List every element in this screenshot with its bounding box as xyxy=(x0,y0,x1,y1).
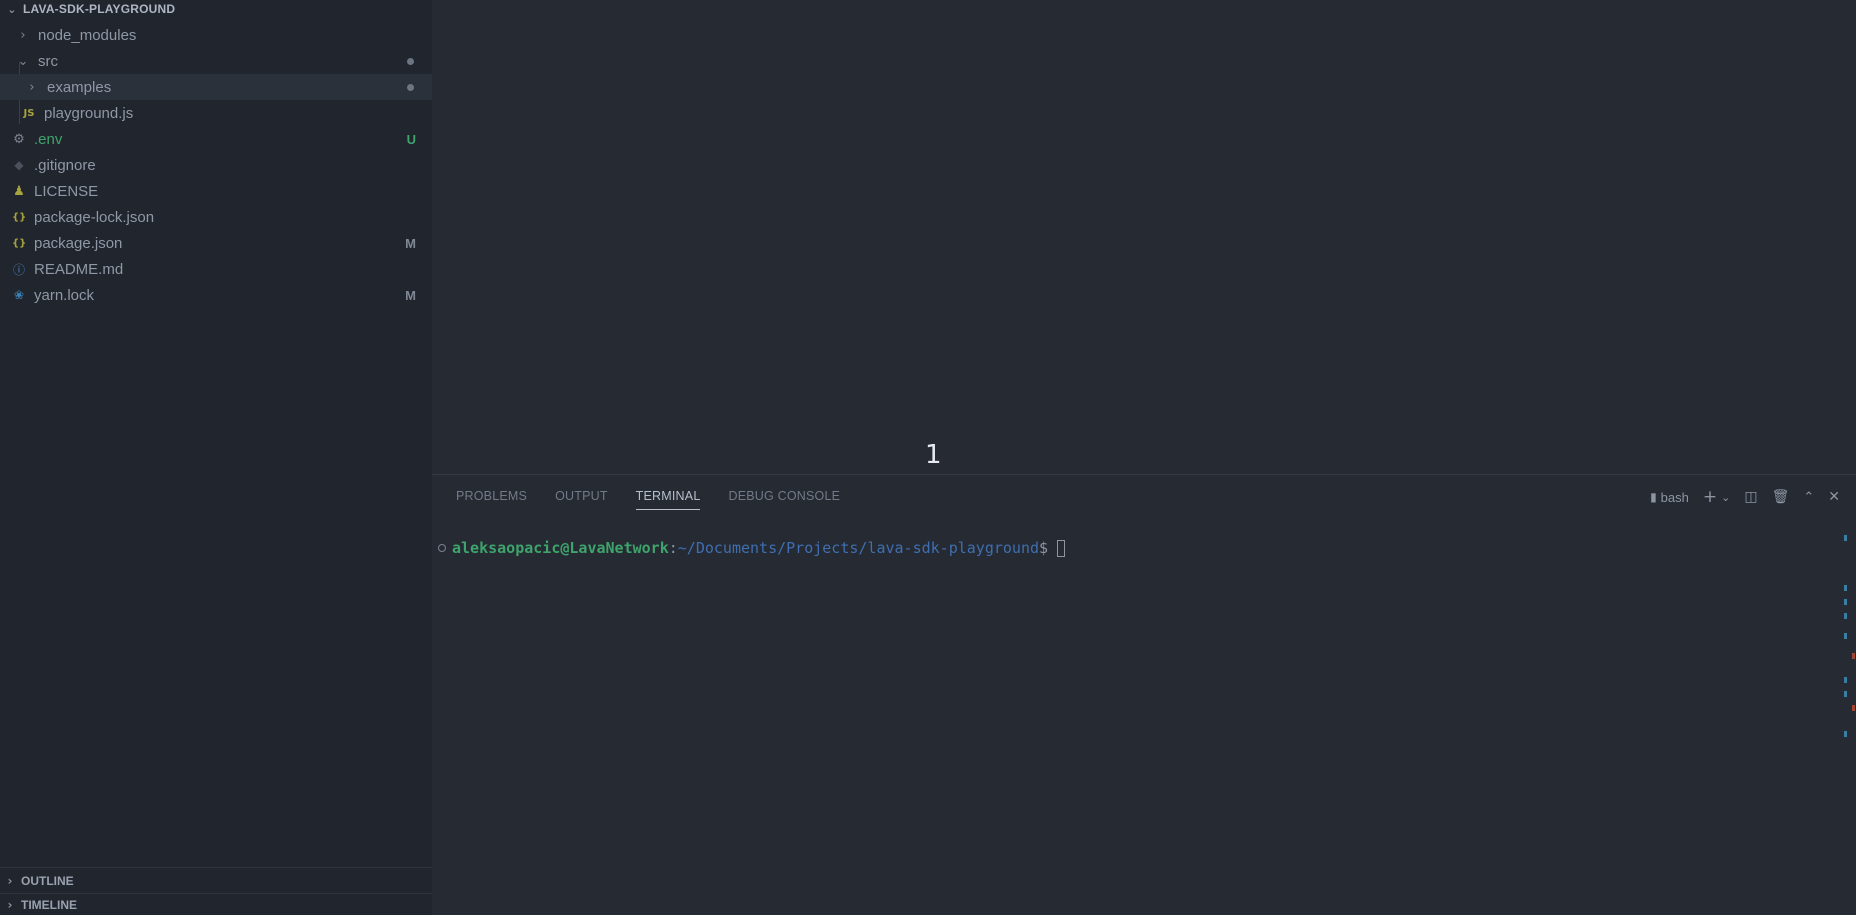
overview-ruler-error-mark xyxy=(1852,653,1855,659)
timeline-title: TIMELINE xyxy=(21,897,77,912)
tree-item-package-json[interactable]: {} package.json M xyxy=(0,230,432,256)
shell-label: bash xyxy=(1660,489,1689,505)
bottom-panel: PROBLEMS OUTPUT TERMINAL DEBUG CONSOLE ▮… xyxy=(432,474,1856,915)
tree-item-label: src xyxy=(38,52,58,70)
overview-ruler-mark xyxy=(1844,633,1847,639)
overview-ruler-mark xyxy=(1844,677,1847,683)
terminal-scrollbar[interactable] xyxy=(1844,535,1856,865)
tab-output[interactable]: OUTPUT xyxy=(555,489,608,510)
tree-item-label: .env xyxy=(34,130,63,148)
outline-section-header[interactable]: › OUTLINE xyxy=(0,867,432,893)
license-person-icon: ♟ xyxy=(13,183,25,199)
chevron-right-icon: › xyxy=(7,873,13,888)
overview-ruler-mark xyxy=(1844,599,1847,605)
gear-icon: ⚙ xyxy=(13,131,25,147)
tree-item-env[interactable]: ⚙ .env U xyxy=(0,126,432,152)
panel-tabs: PROBLEMS OUTPUT TERMINAL DEBUG CONSOLE xyxy=(456,489,840,510)
modified-badge: M xyxy=(405,235,416,251)
tree-item-label: examples xyxy=(47,78,112,96)
json-file-icon: {} xyxy=(12,211,27,223)
terminal-shell-selector[interactable]: ▮ bash xyxy=(1650,490,1689,505)
maximize-panel-chevron-up-icon[interactable]: ⌃ xyxy=(1803,490,1814,505)
overview-ruler-mark xyxy=(1844,731,1847,737)
terminal-icon: ▮ xyxy=(1650,490,1657,504)
chevron-right-icon: › xyxy=(7,897,13,912)
editor-area xyxy=(432,0,1856,474)
modified-dot xyxy=(407,83,414,91)
tree-item-label: package-lock.json xyxy=(34,208,155,226)
tree-item-package-lock-json[interactable]: {} package-lock.json xyxy=(0,204,432,230)
terminal-prompt-line[interactable]: aleksaopacic@LavaNetwork : ~/Documents/P… xyxy=(438,539,1066,557)
tab-terminal[interactable]: TERMINAL xyxy=(635,489,701,510)
close-icon[interactable]: ✕ xyxy=(1828,489,1840,505)
untracked-badge: U xyxy=(406,131,416,147)
overview-ruler-mark xyxy=(1844,691,1847,697)
add-terminal-plus-icon[interactable]: + xyxy=(1703,487,1717,507)
overview-ruler-mark xyxy=(1844,585,1847,591)
split-terminal-icon[interactable]: ◫ xyxy=(1744,489,1757,505)
overlay-number: 1 xyxy=(925,440,942,470)
terminal-user-host: aleksaopacic@LavaNetwork xyxy=(452,539,669,557)
terminal-prompt-symbol: $ xyxy=(1039,539,1049,557)
tab-debug-console[interactable]: DEBUG CONSOLE xyxy=(728,489,840,510)
chevron-down-icon: ⌄ xyxy=(7,2,17,16)
modified-dot xyxy=(407,57,414,65)
overview-ruler-error-mark xyxy=(1852,705,1855,711)
terminal-colon: : xyxy=(668,539,678,557)
tree-item-src[interactable]: ⌄ src xyxy=(0,48,432,74)
javascript-file-icon: JS xyxy=(23,107,35,119)
overview-ruler-mark xyxy=(1844,613,1847,619)
panel-actions: ▮ bash + ⌄ ◫ 🗑 ⌃ ✕ xyxy=(1650,487,1840,507)
git-diamond-icon: ◆ xyxy=(14,158,24,172)
trash-icon[interactable]: 🗑 xyxy=(1772,489,1790,505)
overview-ruler-mark xyxy=(1844,535,1847,541)
explorer-header[interactable]: ⌄ LAVA-SDK-PLAYGROUND xyxy=(0,0,432,18)
outline-title: OUTLINE xyxy=(21,873,74,888)
yarn-icon: ❀ xyxy=(13,288,25,302)
tree-item-label: node_modules xyxy=(38,26,137,44)
tree-item-license[interactable]: ♟ LICENSE xyxy=(0,178,432,204)
tree-item-examples[interactable]: › examples xyxy=(0,74,432,100)
terminal-path: ~/Documents/Projects/lava-sdk-playground xyxy=(677,539,1040,557)
chevron-right-icon: › xyxy=(29,79,35,95)
tree-item-gitignore[interactable]: ◆ .gitignore xyxy=(0,152,432,178)
chevron-right-icon: › xyxy=(20,27,26,43)
tree-item-playground-js[interactable]: JS playground.js xyxy=(0,100,432,126)
tree-item-label: .gitignore xyxy=(34,156,96,174)
terminal-cursor xyxy=(1057,539,1066,557)
explorer-title: LAVA-SDK-PLAYGROUND xyxy=(23,2,176,16)
json-file-icon: {} xyxy=(12,237,27,249)
tree-item-label: playground.js xyxy=(44,104,134,122)
chevron-down-icon: ⌄ xyxy=(17,53,29,69)
info-icon: ⓘ xyxy=(12,262,25,277)
tree-item-node-modules[interactable]: › node_modules xyxy=(0,22,432,48)
modified-badge: M xyxy=(405,287,416,303)
tree-item-label: LICENSE xyxy=(34,182,99,200)
tree-item-readme-md[interactable]: ⓘ README.md xyxy=(0,256,432,282)
tree-item-label: README.md xyxy=(34,260,124,278)
tree-item-yarn-lock[interactable]: ❀ yarn.lock M xyxy=(0,282,432,308)
tab-problems[interactable]: PROBLEMS xyxy=(456,489,527,510)
tree-item-label: yarn.lock xyxy=(34,286,95,304)
chevron-down-icon[interactable]: ⌄ xyxy=(1721,491,1730,504)
timeline-section-header[interactable]: › TIMELINE xyxy=(0,893,432,915)
command-decoration-icon xyxy=(438,544,446,552)
explorer-sidebar: ⌄ LAVA-SDK-PLAYGROUND › node_modules ⌄ s… xyxy=(0,0,432,915)
tree-item-label: package.json xyxy=(34,234,123,252)
